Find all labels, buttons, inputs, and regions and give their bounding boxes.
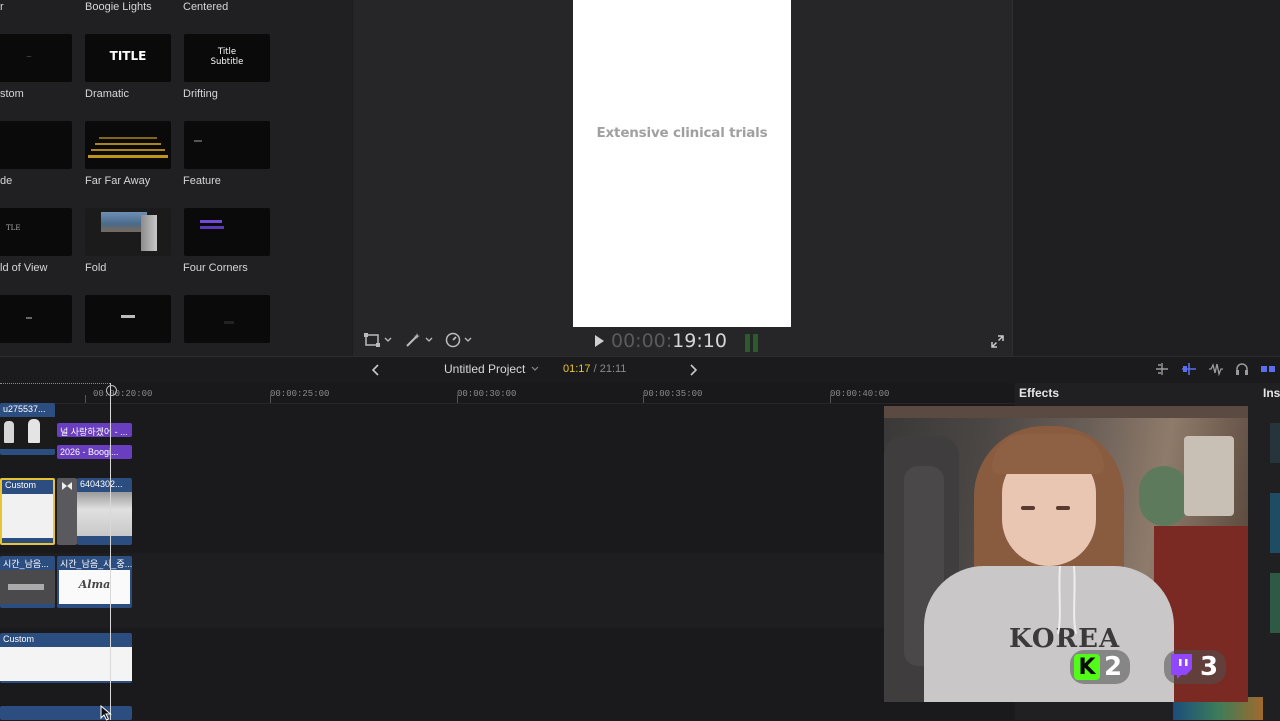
title-tile-feature[interactable]	[184, 121, 270, 169]
ruler-label: 00:00:25:00	[270, 389, 330, 399]
title-tile-fold[interactable]	[85, 208, 171, 256]
tile-label-partial: r	[0, 1, 4, 13]
fullscreen-icon[interactable]	[991, 335, 1004, 353]
clip-label: 시간_남음_시_중...	[60, 559, 132, 569]
ruler-label: 00:00:20:00	[93, 389, 153, 399]
timecode-display: 00:00:19:10	[611, 330, 727, 352]
thumb-title-line: Title	[217, 47, 237, 57]
play-icon[interactable]	[593, 334, 605, 353]
clip-label: 시간_남음...	[3, 559, 49, 569]
clip[interactable]: 시간_남음...	[0, 556, 55, 608]
project-duration: 01:17 / 21:11	[563, 363, 627, 375]
title-tile-field-of-view[interactable]: TLE	[0, 208, 72, 256]
title-tile-partial-4[interactable]	[0, 295, 72, 343]
webcam-overlay: KOREA K 2 3	[884, 406, 1248, 702]
audio-skimming-icon[interactable]	[1208, 362, 1224, 376]
timecode-value: 19:10	[672, 330, 727, 352]
effects-title: Effects	[1019, 386, 1060, 400]
tile-label-dramatic: Dramatic	[85, 88, 130, 100]
timeline-tools	[1154, 362, 1276, 376]
chevron-down-icon	[531, 366, 539, 371]
frame-caption: Extensive clinical trials	[596, 125, 768, 141]
title-tile-four-corners[interactable]	[184, 208, 270, 256]
title-tile-horizontal-blur[interactable]	[85, 295, 171, 343]
playhead[interactable]	[110, 383, 111, 720]
tile-label-far-far-away: Far Far Away	[85, 175, 151, 187]
title-tile-far-far-away[interactable]	[85, 121, 171, 169]
audio-meter	[745, 334, 758, 352]
transform-icon[interactable]	[363, 332, 392, 348]
title-tile-custom[interactable]: —	[0, 34, 72, 82]
custom-title-clip[interactable]: Custom	[0, 633, 132, 683]
inspector-area	[1012, 0, 1280, 356]
kick-count: 2	[1104, 652, 1123, 682]
timeline-ruler[interactable]: 00:00:20:00 00:00:25:00 00:00:30:00 00:0…	[0, 383, 1015, 404]
twitch-count: 3	[1200, 652, 1219, 682]
timecode-dim: 00:00:	[611, 330, 673, 352]
alma-logo-text: Alma	[78, 578, 111, 591]
kick-icon: K	[1074, 654, 1100, 680]
tile-label-feature: Feature	[183, 175, 221, 187]
video-clip[interactable]: 6404302...	[77, 478, 132, 545]
thumb-title-text: TITLE	[109, 49, 147, 63]
transition[interactable]	[57, 478, 77, 545]
tile-label-field-of-view: ld of View	[0, 262, 48, 274]
timeline-header: Untitled Project 01:17 / 21:11	[0, 356, 1280, 383]
twitch-icon	[1171, 654, 1192, 679]
thumb-subtitle-line: Subtitle	[210, 57, 244, 67]
mouse-cursor-icon	[100, 705, 112, 721]
speed-icon[interactable]	[445, 332, 472, 348]
ruler-label: 00:00:35:00	[643, 389, 703, 399]
clip[interactable]: 시간_남음_시_중... Alma	[57, 556, 132, 608]
kick-viewer-badge: K 2	[1070, 650, 1131, 684]
headphones-icon[interactable]	[1235, 362, 1249, 376]
tile-label-drifting: Drifting	[183, 88, 218, 100]
clip-label: 6404302...	[80, 479, 123, 489]
video-clip[interactable]: u275537...	[0, 403, 55, 455]
viewer-frame: Extensive clinical trials	[573, 0, 791, 327]
playhead-handle[interactable]	[106, 385, 117, 396]
snapping-icon[interactable]	[1260, 362, 1276, 376]
title-clip[interactable]: 2026 - Boogi...	[57, 445, 132, 459]
ruler-label: 00:00:40:00	[830, 389, 890, 399]
tile-label-boogie-lights: Boogie Lights	[85, 1, 152, 13]
transition-icon	[62, 482, 72, 490]
inspector-tab[interactable]: Ins	[1263, 386, 1280, 400]
project-menu[interactable]: Untitled Project	[444, 362, 539, 376]
tile-label-fold: Fold	[85, 262, 107, 274]
title-tile-partial[interactable]	[0, 121, 72, 169]
title-tile-drifting[interactable]: Title Subtitle	[184, 34, 270, 82]
clip-label: u275537...	[3, 404, 46, 414]
clip-label: Custom	[3, 634, 35, 644]
ruler-label: 00:00:30:00	[457, 389, 517, 399]
tile-label-custom: stom	[0, 88, 24, 100]
skimming-icon[interactable]	[1181, 362, 1197, 376]
enhance-wand-icon[interactable]	[404, 332, 433, 348]
tile-label-centered: Centered	[183, 1, 229, 13]
history-forward-icon[interactable]	[689, 363, 698, 381]
clip-label: 널 사랑하겠어 - ...	[60, 427, 128, 437]
titles-browser: r Boogie Lights Centered — stom TITLE Dr…	[0, 0, 352, 356]
playhead-position: 01:17	[563, 363, 591, 375]
tile-label-partial-2: de	[0, 175, 13, 187]
title-clip[interactable]: 널 사랑하겠어 - ...	[57, 423, 132, 437]
total-duration: 21:11	[599, 363, 627, 375]
twitch-viewer-badge: 3	[1164, 650, 1227, 684]
custom-title-clip-selected[interactable]: Custom	[0, 478, 55, 545]
viewer-controls	[363, 332, 472, 348]
title-tile-dramatic[interactable]: TITLE	[85, 34, 171, 82]
clip-label: Custom	[5, 480, 37, 490]
title-tile-knock-down[interactable]	[184, 295, 270, 343]
tile-label-four-corners: Four Corners	[183, 262, 248, 274]
project-name: Untitled Project	[444, 362, 526, 376]
history-back-icon[interactable]	[371, 363, 380, 381]
timeline[interactable]: 00:00:20:00 00:00:25:00 00:00:30:00 00:0…	[0, 383, 1015, 721]
clip-appearance-icon[interactable]	[1154, 362, 1170, 376]
